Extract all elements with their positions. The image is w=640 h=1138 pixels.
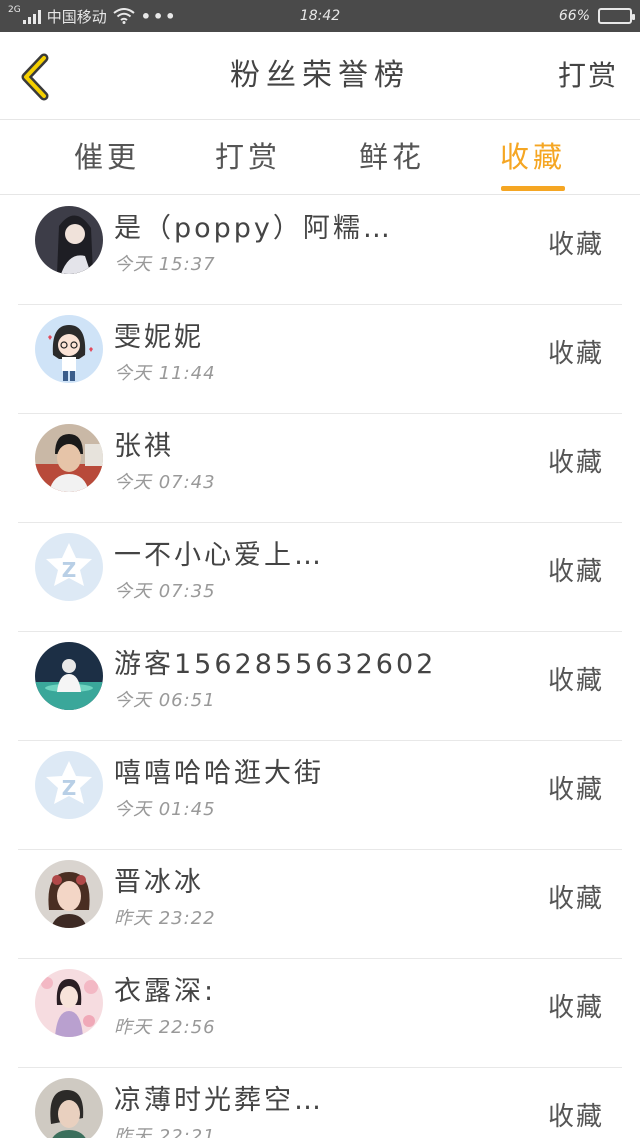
favorite-label: 收藏 <box>547 230 604 260</box>
avatar[interactable] <box>35 860 103 928</box>
tab-bar: 催更 打赏 鲜花 收藏 <box>0 121 640 195</box>
back-button[interactable] <box>14 52 64 102</box>
fan-time: 昨天 23:22 <box>114 908 216 929</box>
tab-label: 鲜花 <box>358 140 425 174</box>
avatar[interactable] <box>35 315 103 383</box>
favorite-label: 收藏 <box>547 775 604 805</box>
status-right: 66% <box>558 0 635 32</box>
list-item[interactable]: 游客1562855632602 今天 06:51 收藏 <box>18 632 622 741</box>
fan-time: 今天 06:51 <box>114 690 216 711</box>
fan-time: 今天 07:43 <box>114 472 216 493</box>
avatar[interactable] <box>35 969 103 1037</box>
tab-label: 催更 <box>73 140 140 174</box>
fan-name: 一不小心爱上… <box>114 540 324 571</box>
list-item[interactable]: 凉薄时光葬空… 昨天 22:21 收藏 <box>18 1068 622 1138</box>
fan-time: 今天 11:44 <box>114 363 216 384</box>
fan-time: 昨天 22:21 <box>114 1126 216 1138</box>
avatar[interactable] <box>35 206 103 274</box>
avatar[interactable]: Z <box>35 533 103 601</box>
fan-name: 嘻嘻哈哈逛大街 <box>114 758 324 789</box>
list-item[interactable]: 是（poppy）阿糯… 今天 15:37 收藏 <box>18 196 622 305</box>
fan-time: 今天 15:37 <box>114 254 216 275</box>
fan-time: 昨天 22:56 <box>114 1017 216 1038</box>
battery-percent: 66% <box>558 8 590 24</box>
reward-button[interactable]: 打赏 <box>558 32 618 120</box>
chevron-left-icon <box>21 53 49 101</box>
fan-name: 晋冰冰 <box>114 867 204 898</box>
active-tab-indicator <box>501 186 565 191</box>
fan-name: 雯妮妮 <box>114 322 204 353</box>
favorite-label: 收藏 <box>547 993 604 1023</box>
fan-name: 凉薄时光葬空… <box>114 1085 324 1116</box>
favorite-label: 收藏 <box>547 884 604 914</box>
favorite-label: 收藏 <box>547 1102 604 1132</box>
tab-urge[interactable]: 催更 <box>47 121 167 195</box>
battery-icon <box>598 8 635 24</box>
avatar[interactable]: Z <box>35 751 103 819</box>
avatar[interactable] <box>35 1078 103 1138</box>
tab-favorites[interactable]: 收藏 <box>473 121 593 195</box>
favorite-label: 收藏 <box>547 666 604 696</box>
fan-time: 今天 01:45 <box>114 799 216 820</box>
list-item[interactable]: Z 嘻嘻哈哈逛大街 今天 01:45 收藏 <box>18 741 622 850</box>
tab-label: 收藏 <box>499 140 566 174</box>
tab-flowers[interactable]: 鲜花 <box>332 121 452 195</box>
fan-name: 游客1562855632602 <box>114 649 437 680</box>
nav-header: 粉丝荣誉榜 打赏 <box>0 32 640 120</box>
clock: 18:42 <box>299 8 341 24</box>
list-item[interactable]: 衣露深: 昨天 22:56 收藏 <box>18 959 622 1068</box>
tab-reward[interactable]: 打赏 <box>188 121 308 195</box>
favorite-label: 收藏 <box>547 339 604 369</box>
fan-name: 衣露深: <box>114 976 217 1007</box>
favorite-label: 收藏 <box>547 448 604 478</box>
fan-name: 张祺 <box>114 431 174 462</box>
avatar[interactable] <box>35 424 103 492</box>
svg-text:Z: Z <box>62 776 77 800</box>
fan-name: 是（poppy）阿糯… <box>114 213 393 244</box>
fan-time: 今天 07:35 <box>114 581 216 602</box>
tab-label: 打赏 <box>214 140 281 174</box>
list-item[interactable]: 雯妮妮 今天 11:44 收藏 <box>18 305 622 414</box>
svg-text:Z: Z <box>62 558 77 582</box>
status-bar: 2G 中国移动 ••• 18:42 66% <box>0 0 640 32</box>
avatar[interactable] <box>35 642 103 710</box>
page-title: 粉丝荣誉榜 <box>230 58 410 93</box>
fan-list: 是（poppy）阿糯… 今天 15:37 收藏 雯妮妮 今天 11:44 收藏 … <box>0 196 640 1138</box>
list-item[interactable]: 张祺 今天 07:43 收藏 <box>18 414 622 523</box>
list-item[interactable]: 晋冰冰 昨天 23:22 收藏 <box>18 850 622 959</box>
favorite-label: 收藏 <box>547 557 604 587</box>
list-item[interactable]: Z 一不小心爱上… 今天 07:35 收藏 <box>18 523 622 632</box>
